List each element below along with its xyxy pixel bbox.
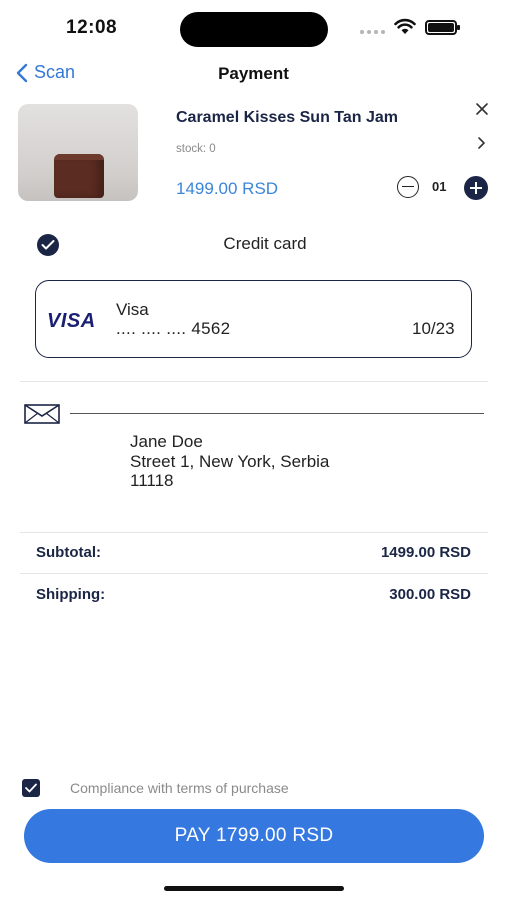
- envelope-icon: [24, 404, 60, 424]
- subtotal-label: Subtotal:: [36, 544, 101, 561]
- card-name: Visa: [116, 300, 149, 319]
- product-name[interactable]: Caramel Kisses Sun Tan Jam: [176, 109, 398, 127]
- card-expiry: 10/23: [412, 319, 455, 338]
- divider: [20, 381, 488, 382]
- visa-logo: VISA: [47, 310, 96, 332]
- increase-quantity-button[interactable]: [464, 176, 488, 200]
- divider: [20, 573, 488, 574]
- page-title: Payment: [218, 64, 289, 83]
- cellular-signal-icon: [360, 30, 385, 34]
- card-number: .... .... .... 4562: [116, 319, 231, 338]
- address-name: Jane Doe: [130, 432, 203, 451]
- remove-item-close-icon[interactable]: [474, 101, 490, 117]
- product-details-chevron-icon[interactable]: [477, 136, 487, 150]
- product-image: [18, 104, 138, 201]
- subtotal-value: 1499.00 RSD: [380, 544, 471, 561]
- battery-icon: [425, 20, 460, 35]
- address-zip: 11118: [130, 471, 174, 490]
- status-time: 12:08: [66, 17, 118, 38]
- dynamic-island: [180, 12, 328, 47]
- credit-card[interactable]: [35, 280, 472, 358]
- quantity-value: 01: [432, 179, 447, 194]
- product-price: 1499.00 RSD: [176, 179, 279, 198]
- product-stock: stock: 0: [176, 143, 216, 155]
- payment-method-label: Credit card: [223, 234, 307, 253]
- address-divider: [70, 413, 484, 415]
- divider: [20, 532, 488, 533]
- shipping-value: 300.00 RSD: [389, 586, 471, 603]
- wifi-icon: [394, 18, 416, 34]
- terms-label[interactable]: Compliance with terms of purchase: [70, 780, 289, 796]
- address-street: Street 1, New York, Serbia: [130, 451, 330, 471]
- pay-button[interactable]: PAY 1799.00 RSD: [24, 809, 484, 863]
- home-indicator[interactable]: [164, 886, 344, 891]
- decrease-quantity-button[interactable]: [397, 176, 419, 198]
- shipping-label: Shipping:: [36, 586, 106, 603]
- shipping-address[interactable]: Jane Doe Street 1, New York, Serbia 1111…: [130, 432, 329, 491]
- terms-checkbox[interactable]: [22, 779, 40, 797]
